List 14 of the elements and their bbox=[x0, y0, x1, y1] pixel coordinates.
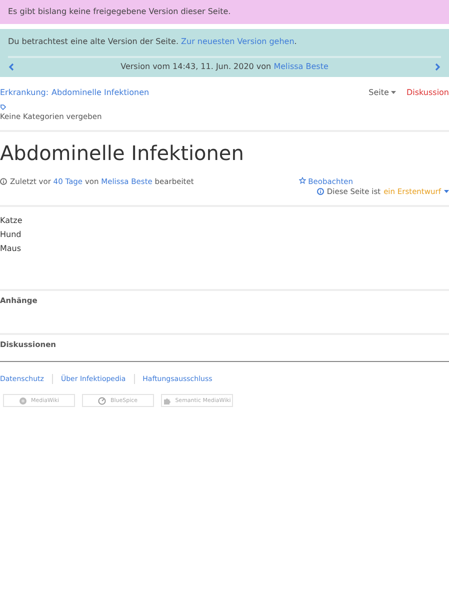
discussion-tab[interactable]: Diskussion bbox=[406, 88, 449, 97]
content-line: Hund bbox=[0, 230, 22, 239]
content-line: Maus bbox=[0, 244, 22, 253]
period-text: . bbox=[294, 37, 297, 46]
page-tab[interactable]: Seite bbox=[368, 88, 396, 97]
breadcrumb-label[interactable]: Erkrankung: bbox=[0, 88, 49, 97]
content-line: Katze bbox=[0, 216, 24, 225]
page-title: Abdominelle Infektionen bbox=[0, 141, 245, 165]
newest-version-link[interactable]: Zur neuesten Version gehen bbox=[181, 37, 294, 46]
breadcrumb-link[interactable]: Abdominelle Infektionen bbox=[52, 88, 150, 97]
version-text: Version vom 14:43, 11. Jun. 2020 von bbox=[120, 62, 272, 71]
author-link[interactable]: Melissa Beste bbox=[274, 62, 328, 71]
notice-text: Es gibt bislang keine freigegebene Version dieser Seite. bbox=[8, 7, 231, 16]
old-version-text: Du betrachtest eine alte Version der Seite. bbox=[8, 37, 178, 46]
